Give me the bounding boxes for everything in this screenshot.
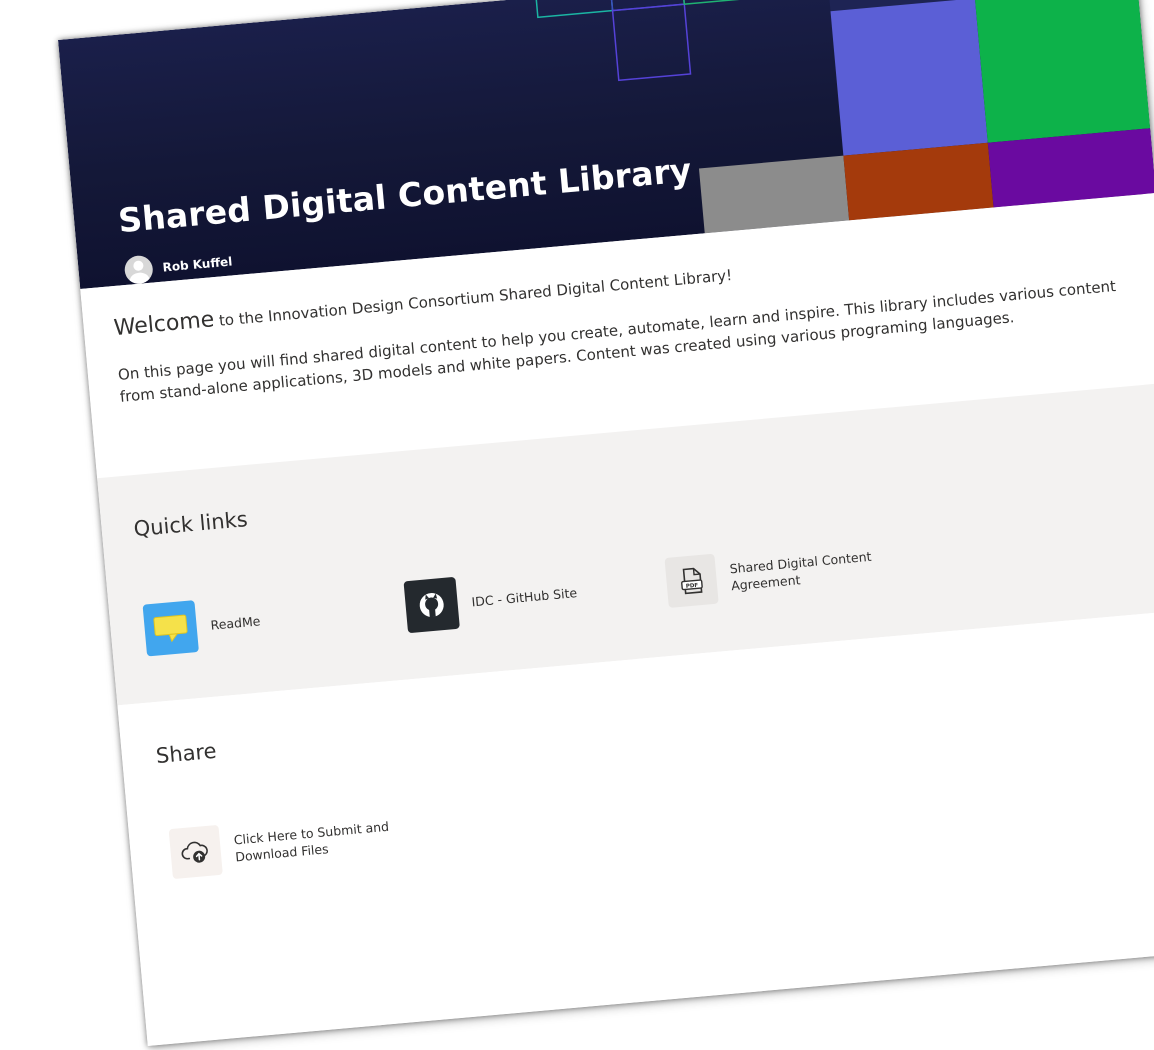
cloud-upload-icon[interactable] — [168, 824, 223, 880]
outline-square-green — [677, 0, 830, 5]
quick-link-github[interactable]: IDC - GitHub Site — [403, 566, 579, 634]
screenshot-stage: Shared Digital Content Library Rob Kuffe… — [0, 0, 1154, 1050]
svg-text:PDF: PDF — [686, 583, 699, 590]
github-icon[interactable] — [403, 576, 460, 634]
speech-bubble-icon[interactable] — [142, 600, 199, 657]
avatar[interactable] — [123, 254, 154, 285]
quick-link-readme[interactable]: ReadMe — [142, 594, 263, 657]
pdf-document-icon[interactable]: PDF — [664, 553, 719, 608]
tile-purple — [830, 0, 988, 156]
tile-green — [974, 0, 1153, 143]
sharepoint-page: Shared Digital Content Library Rob Kuffe… — [58, 0, 1154, 1047]
quick-link-label[interactable]: ReadMe — [210, 612, 261, 633]
outline-square-indigo — [611, 3, 692, 82]
outline-square-teal — [530, 0, 614, 19]
author-name[interactable]: Rob Kuffel — [162, 254, 233, 274]
welcome-lead-word: Welcome — [112, 307, 216, 342]
quick-links-title: Quick links — [132, 507, 249, 542]
share-title: Share — [154, 738, 218, 769]
quick-link-label[interactable]: Shared Digital Content Agreement — [729, 545, 901, 594]
quick-link-agreement[interactable]: PDF Shared Digital Content Agreement — [664, 537, 902, 608]
submit-download-link[interactable]: Click Here to Submit and Download Files — [168, 809, 397, 880]
quick-link-label[interactable]: IDC - GitHub Site — [471, 584, 578, 610]
share-link-label[interactable]: Click Here to Submit and Download Files — [233, 817, 395, 865]
